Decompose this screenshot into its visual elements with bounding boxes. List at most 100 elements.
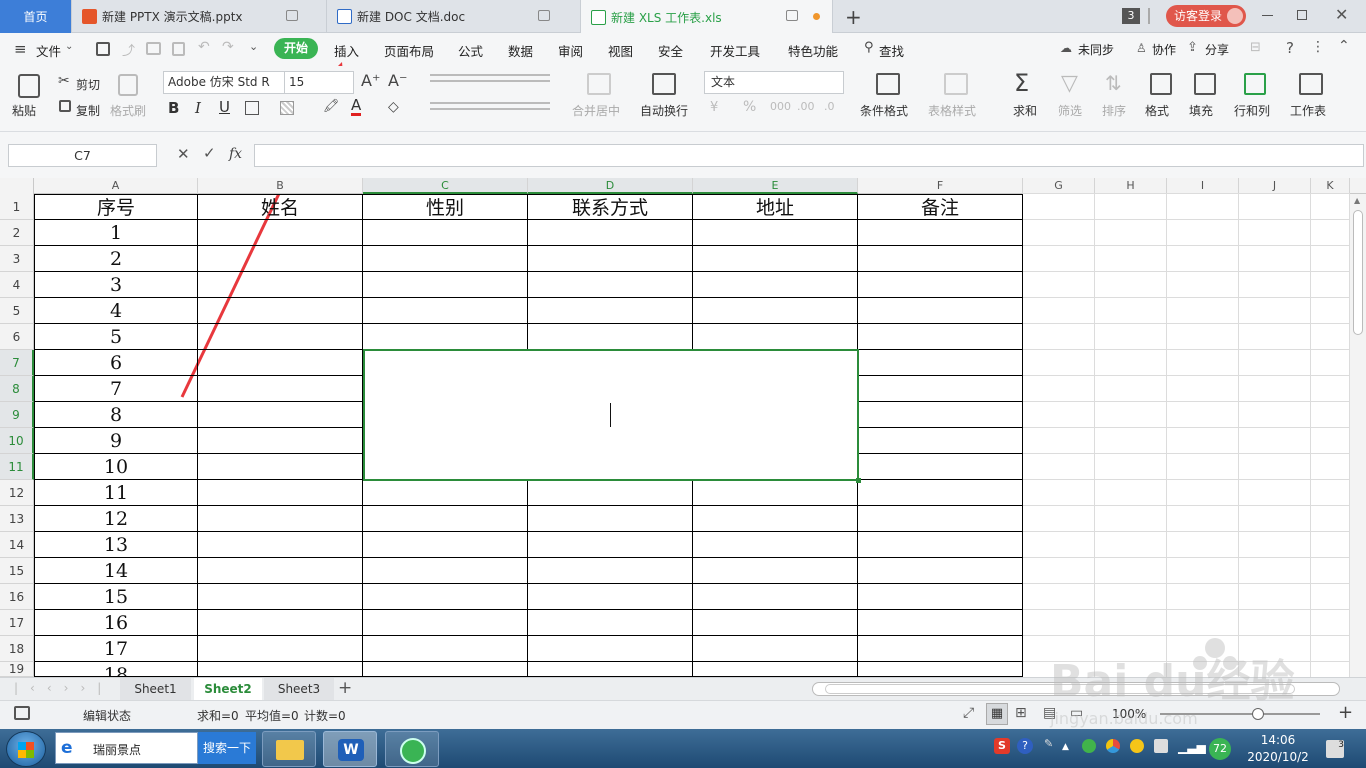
- share-button[interactable]: 分享: [1205, 41, 1229, 58]
- table-cell[interactable]: [693, 220, 858, 246]
- horizontal-scrollbar[interactable]: [812, 682, 1340, 696]
- table-cell[interactable]: [528, 584, 693, 610]
- table-cell[interactable]: [693, 324, 858, 350]
- sheet-tab-1[interactable]: Sheet1: [120, 678, 191, 700]
- table-style-button[interactable]: 表格样式: [928, 102, 976, 119]
- selected-merged-cell[interactable]: [363, 349, 859, 481]
- formula-input[interactable]: [254, 144, 1364, 167]
- serial-cell[interactable]: 18: [34, 662, 198, 677]
- network-icon[interactable]: ▁▃▅: [1178, 740, 1206, 754]
- collab-button[interactable]: 协作: [1152, 41, 1176, 58]
- table-header-cell[interactable]: 地址: [693, 194, 858, 220]
- print-icon[interactable]: [146, 42, 161, 55]
- font-name-select[interactable]: Adobe 仿宋 Std R: [163, 71, 285, 94]
- row-header[interactable]: 5: [0, 298, 34, 324]
- row-header[interactable]: 1: [0, 194, 34, 220]
- taskbar-search-button[interactable]: 搜索一下: [198, 732, 256, 764]
- row-header[interactable]: 14: [0, 532, 34, 558]
- table-cell[interactable]: [693, 506, 858, 532]
- decrease-decimal-icon[interactable]: .0: [824, 100, 835, 113]
- chevron-down-icon[interactable]: ⌄: [65, 41, 73, 52]
- table-cell[interactable]: [858, 298, 1023, 324]
- table-cell[interactable]: [363, 246, 528, 272]
- table-cell[interactable]: [858, 584, 1023, 610]
- table-header-cell[interactable]: 联系方式: [528, 194, 693, 220]
- table-cell[interactable]: [198, 506, 363, 532]
- menu-developer[interactable]: 开发工具: [710, 41, 760, 60]
- table-cell[interactable]: [363, 506, 528, 532]
- serial-cell[interactable]: 8: [34, 402, 198, 428]
- menu-start[interactable]: 开始: [274, 38, 318, 59]
- minimize-icon[interactable]: [1262, 15, 1273, 16]
- column-header[interactable]: I: [1167, 178, 1239, 194]
- table-cell[interactable]: [363, 558, 528, 584]
- table-cell[interactable]: [363, 220, 528, 246]
- table-header-cell[interactable]: 备注: [858, 194, 1023, 220]
- sheet-tab-3[interactable]: Sheet3: [264, 678, 334, 700]
- table-cell[interactable]: [858, 636, 1023, 662]
- table-cell[interactable]: [198, 376, 363, 402]
- tab-pin-icon[interactable]: [786, 10, 798, 21]
- paste-button[interactable]: 粘贴: [12, 102, 36, 119]
- export-icon[interactable]: ⤴: [122, 40, 135, 59]
- quick-access-chevron-icon[interactable]: ⌄: [249, 40, 258, 53]
- column-header[interactable]: F: [858, 178, 1023, 194]
- table-cell[interactable]: [198, 480, 363, 506]
- table-cell[interactable]: [198, 402, 363, 428]
- taskbar-wps[interactable]: W: [323, 731, 377, 767]
- table-cell[interactable]: [528, 558, 693, 584]
- table-cell[interactable]: [858, 272, 1023, 298]
- table-cell[interactable]: [858, 376, 1023, 402]
- menu-features[interactable]: 特色功能: [788, 41, 838, 60]
- column-header[interactable]: D: [528, 178, 693, 194]
- format-button[interactable]: 格式: [1145, 102, 1169, 119]
- tray-security-badge[interactable]: 72: [1209, 738, 1231, 760]
- window-count-badge[interactable]: 3: [1122, 8, 1140, 24]
- fill-handle[interactable]: [856, 478, 861, 483]
- table-cell[interactable]: [693, 298, 858, 324]
- table-cell[interactable]: [693, 662, 858, 677]
- zoom-in-icon[interactable]: +: [1338, 702, 1353, 723]
- menu-formulas[interactable]: 公式: [458, 41, 483, 60]
- thousands-icon[interactable]: 000: [770, 100, 791, 113]
- table-cell[interactable]: [858, 220, 1023, 246]
- serial-cell[interactable]: 11: [34, 480, 198, 506]
- help-icon[interactable]: ?: [1286, 39, 1294, 57]
- table-cell[interactable]: [693, 272, 858, 298]
- table-cell[interactable]: [363, 662, 528, 677]
- table-cell[interactable]: [858, 480, 1023, 506]
- collapse-ribbon-icon[interactable]: ⌃: [1338, 38, 1350, 54]
- table-cell[interactable]: [528, 246, 693, 272]
- table-cell[interactable]: [198, 246, 363, 272]
- table-cell[interactable]: [198, 324, 363, 350]
- serial-cell[interactable]: 12: [34, 506, 198, 532]
- row-header[interactable]: 8: [0, 376, 34, 402]
- zoom-slider-thumb[interactable]: [1252, 708, 1264, 720]
- row-header[interactable]: 13: [0, 506, 34, 532]
- currency-icon[interactable]: ¥: [710, 100, 718, 115]
- serial-cell[interactable]: 13: [34, 532, 198, 558]
- sheet-nav-arrows-icon[interactable]: |‹‹››|: [14, 681, 113, 695]
- sheet-tab-2[interactable]: Sheet2: [194, 678, 262, 700]
- wrap-text-button[interactable]: 自动换行: [640, 102, 688, 119]
- redo-icon[interactable]: ↷: [222, 39, 234, 55]
- table-cell[interactable]: [198, 610, 363, 636]
- table-cell[interactable]: [198, 532, 363, 558]
- tab-doc[interactable]: 新建 DOC 文档.doc: [327, 0, 581, 33]
- table-cell[interactable]: [858, 610, 1023, 636]
- serial-cell[interactable]: 9: [34, 428, 198, 454]
- select-all-corner[interactable]: [0, 178, 34, 194]
- start-button[interactable]: [6, 731, 46, 767]
- table-cell[interactable]: [858, 662, 1023, 677]
- menu-data[interactable]: 数据: [508, 41, 533, 60]
- table-cell[interactable]: [198, 636, 363, 662]
- table-cell[interactable]: [528, 272, 693, 298]
- table-cell[interactable]: [693, 246, 858, 272]
- taskbar-search-box[interactable]: e 瑞丽景点: [55, 732, 198, 764]
- sum-button[interactable]: 求和: [1013, 102, 1037, 119]
- bold-icon[interactable]: B: [168, 99, 179, 117]
- serial-cell[interactable]: 14: [34, 558, 198, 584]
- new-tab-button[interactable]: +: [845, 5, 862, 29]
- zoom-level[interactable]: 100%: [1112, 707, 1146, 721]
- row-header[interactable]: 3: [0, 246, 34, 272]
